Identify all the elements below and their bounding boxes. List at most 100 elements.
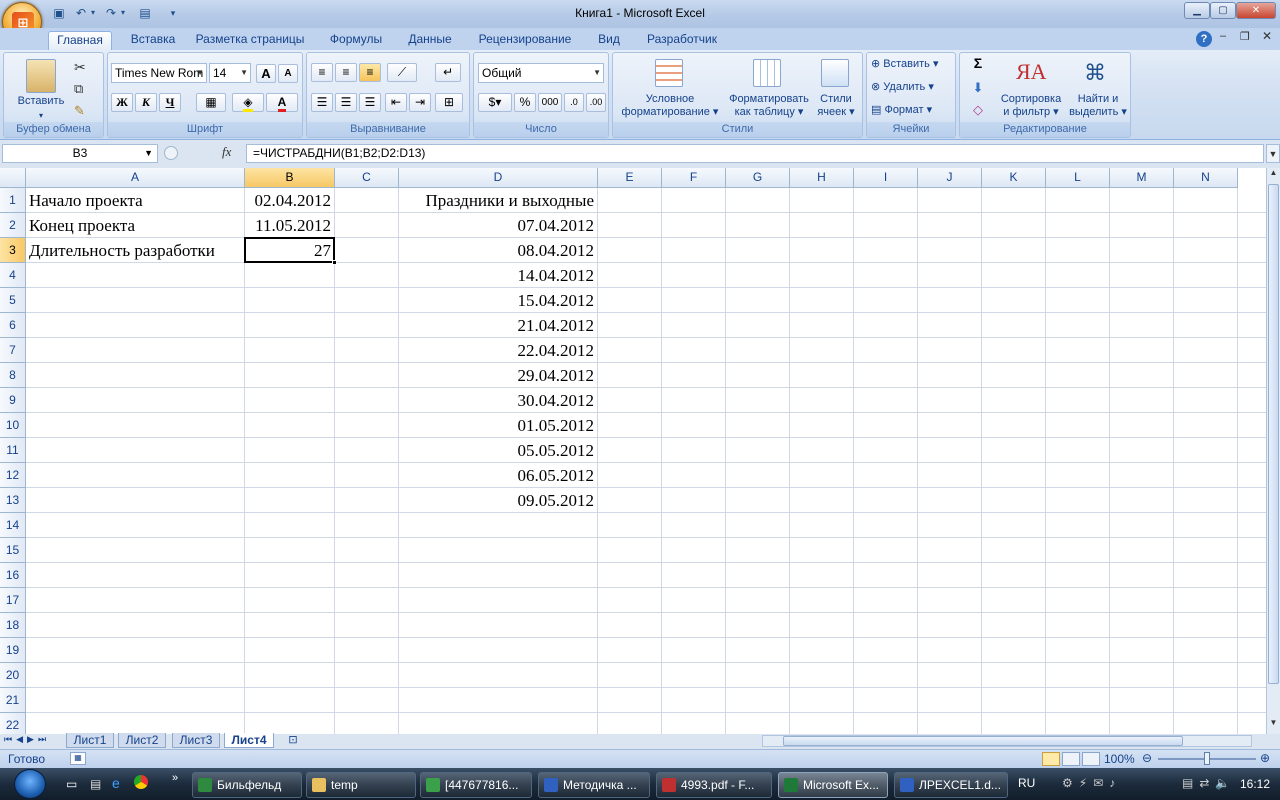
chrome-icon[interactable]: [134, 775, 148, 789]
percent-button[interactable]: %: [514, 93, 536, 112]
increase-decimal-icon[interactable]: .0: [564, 93, 584, 112]
scroll-up-icon[interactable]: ▲: [1267, 168, 1280, 182]
row-header-16[interactable]: 16: [0, 563, 26, 588]
column-header-g[interactable]: G: [726, 168, 790, 188]
decrease-decimal-icon[interactable]: .00: [586, 93, 606, 112]
insert-sheet-icon[interactable]: ⊡: [284, 733, 302, 747]
bold-button[interactable]: Ж: [111, 93, 133, 112]
format-as-table-button[interactable]: Форматировать как таблицу ▾: [723, 93, 815, 119]
zoom-in-icon[interactable]: ⊕: [1260, 751, 1270, 765]
taskbar-item-1[interactable]: Бильфельд: [192, 772, 302, 798]
find-select-button[interactable]: Найти и выделить ▾: [1066, 93, 1130, 119]
font-size-combo[interactable]: 14 ▼: [209, 63, 251, 83]
taskbar-item-3[interactable]: [447677816...: [420, 772, 532, 798]
row-header-18[interactable]: 18: [0, 613, 26, 638]
conditional-formatting-button[interactable]: Условное форматирование ▾: [615, 93, 725, 119]
ribbon-minimize-icon[interactable]: –: [1220, 30, 1226, 42]
font-color-button[interactable]: A: [266, 93, 298, 112]
row-header-9[interactable]: 9: [0, 388, 26, 413]
column-header-c[interactable]: C: [335, 168, 399, 188]
row-header-19[interactable]: 19: [0, 638, 26, 663]
tab-view[interactable]: Вид: [588, 31, 630, 50]
taskbar-item-6[interactable]: Microsoft Ex...: [778, 772, 888, 798]
cell-d5[interactable]: 15.04.2012: [399, 288, 598, 313]
decrease-indent-icon[interactable]: ⇤: [385, 93, 407, 112]
row-header-20[interactable]: 20: [0, 663, 26, 688]
cell-b1[interactable]: 02.04.2012: [245, 188, 335, 213]
zoom-level[interactable]: 100%: [1104, 752, 1135, 766]
align-center-icon[interactable]: ☰: [335, 93, 357, 112]
cell-d13[interactable]: 09.05.2012: [399, 488, 598, 513]
select-all-corner[interactable]: [0, 168, 26, 188]
hscroll-thumb[interactable]: [783, 736, 1183, 746]
cell-styles-button[interactable]: Стили ячеек ▾: [811, 93, 861, 119]
cell-d3[interactable]: 08.04.2012: [399, 238, 598, 263]
save-icon[interactable]: ▣: [50, 5, 68, 21]
redo-dropdown-icon[interactable]: ▾: [118, 5, 128, 21]
cell-d4[interactable]: 14.04.2012: [399, 263, 598, 288]
normal-view-icon[interactable]: [1042, 752, 1060, 766]
row-header-8[interactable]: 8: [0, 363, 26, 388]
row-header-11[interactable]: 11: [0, 438, 26, 463]
sheet-tab-2[interactable]: Лист2: [118, 733, 166, 748]
language-indicator[interactable]: RU: [1018, 776, 1035, 790]
cell-a3[interactable]: Длительность разработки: [26, 238, 245, 263]
show-desktop-icon[interactable]: ▭: [66, 777, 77, 791]
taskbar-item-5[interactable]: 4993.pdf - F...: [656, 772, 772, 798]
cell-d7[interactable]: 22.04.2012: [399, 338, 598, 363]
column-header-l[interactable]: L: [1046, 168, 1110, 188]
taskbar-item-2[interactable]: temp: [306, 772, 416, 798]
column-header-n[interactable]: N: [1174, 168, 1238, 188]
sheet-tab-3[interactable]: Лист3: [172, 733, 220, 748]
row-header-21[interactable]: 21: [0, 688, 26, 713]
paste-dropdown-icon[interactable]: ▾: [36, 109, 46, 122]
cell-d8[interactable]: 29.04.2012: [399, 363, 598, 388]
column-header-i[interactable]: I: [854, 168, 918, 188]
zoom-slider-thumb[interactable]: [1204, 752, 1210, 765]
increase-indent-icon[interactable]: ⇥: [409, 93, 431, 112]
column-header-b[interactable]: B: [245, 168, 335, 188]
column-header-m[interactable]: M: [1110, 168, 1174, 188]
quicklaunch-more-icon[interactable]: »: [172, 772, 178, 784]
align-middle-icon[interactable]: ≡: [335, 63, 357, 82]
row-header-4[interactable]: 4: [0, 263, 26, 288]
cell-a1[interactable]: Начало проекта: [26, 188, 245, 213]
page-break-view-icon[interactable]: [1082, 752, 1100, 766]
column-header-h[interactable]: H: [790, 168, 854, 188]
row-header-17[interactable]: 17: [0, 588, 26, 613]
delete-cells-button[interactable]: ⊗ Удалить ▾: [871, 81, 955, 94]
close-button[interactable]: ✕: [1236, 2, 1276, 19]
cell-d10[interactable]: 01.05.2012: [399, 413, 598, 438]
clear-icon[interactable]: ◇: [966, 103, 990, 116]
row-header-2[interactable]: 2: [0, 213, 26, 238]
column-header-k[interactable]: K: [982, 168, 1046, 188]
align-bottom-icon[interactable]: ≡: [359, 63, 381, 82]
cut-icon[interactable]: ✂: [74, 59, 86, 76]
formula-input[interactable]: =ЧИСТРАБДНИ(B1;B2;D2:D13): [246, 144, 1264, 163]
customize-qat-icon[interactable]: ▾: [166, 5, 180, 21]
underline-button[interactable]: Ч: [159, 93, 181, 112]
zoom-out-icon[interactable]: ⊖: [1142, 751, 1152, 765]
page-layout-view-icon[interactable]: [1062, 752, 1080, 766]
tab-formulas[interactable]: Формулы: [320, 31, 392, 50]
align-right-icon[interactable]: ☰: [359, 93, 381, 112]
fill-handle[interactable]: [332, 260, 337, 265]
format-painter-icon[interactable]: ✎: [74, 103, 85, 119]
cell-d12[interactable]: 06.05.2012: [399, 463, 598, 488]
ribbon-close-icon[interactable]: ✕: [1262, 29, 1272, 43]
column-header-d[interactable]: D: [399, 168, 598, 188]
cell-d11[interactable]: 05.05.2012: [399, 438, 598, 463]
column-header-e[interactable]: E: [598, 168, 662, 188]
copy-icon[interactable]: ⧉: [74, 81, 83, 97]
expand-formula-icon[interactable]: ▼: [1266, 144, 1280, 163]
cell-d2[interactable]: 07.04.2012: [399, 213, 598, 238]
tab-data[interactable]: Данные: [398, 31, 462, 50]
tray-icons[interactable]: ⚙⚡✉♪: [1062, 776, 1121, 790]
align-left-icon[interactable]: ☰: [311, 93, 333, 112]
grow-font-button[interactable]: A: [256, 64, 276, 83]
scroll-down-icon[interactable]: ▼: [1267, 718, 1280, 732]
ribbon-restore-icon[interactable]: ❐: [1240, 30, 1250, 43]
column-header-j[interactable]: J: [918, 168, 982, 188]
cancel-formula-icon[interactable]: [164, 146, 178, 160]
sheet-tab-1[interactable]: Лист1: [66, 733, 114, 748]
